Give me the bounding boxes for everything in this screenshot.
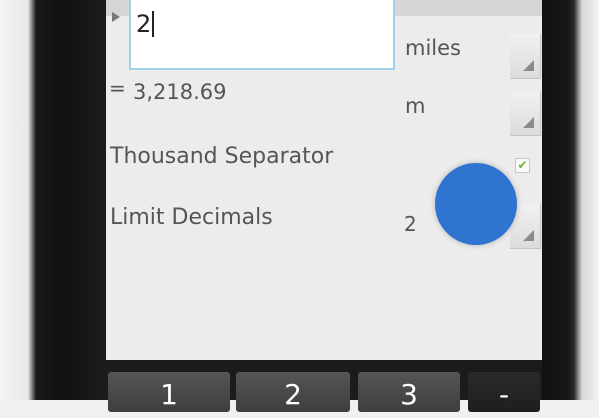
app-screen: 2 miles = 3,218.69 m Thousand Separator … bbox=[106, 0, 542, 360]
limit-decimals-label: Limit Decimals bbox=[110, 205, 273, 230]
key-1[interactable]: 1 bbox=[108, 372, 230, 412]
dropdown-corner-icon bbox=[523, 230, 534, 241]
equals-sign: = bbox=[109, 76, 126, 100]
thousand-separator-label: Thousand Separator bbox=[110, 144, 334, 169]
text-caret bbox=[152, 11, 154, 37]
to-unit-label[interactable]: m bbox=[405, 94, 425, 118]
dropdown-corner-icon bbox=[523, 117, 534, 128]
result-value: 3,218.69 bbox=[133, 80, 227, 104]
to-unit-dropdown[interactable] bbox=[510, 91, 541, 136]
key-3[interactable]: 3 bbox=[358, 372, 460, 412]
device-bezel-right bbox=[542, 0, 599, 400]
value-input-text: 2 bbox=[136, 10, 152, 38]
thousand-separator-checkbox[interactable]: ✔ bbox=[515, 158, 530, 173]
from-unit-dropdown[interactable] bbox=[510, 34, 541, 79]
from-unit-label[interactable]: miles bbox=[405, 36, 461, 60]
input-arrow-icon bbox=[112, 12, 120, 22]
device-bezel-left bbox=[0, 0, 106, 400]
key-2[interactable]: 2 bbox=[236, 372, 350, 412]
key-minus[interactable]: - bbox=[468, 372, 540, 412]
keypad: 1 2 3 - bbox=[106, 360, 542, 412]
limit-decimals-value[interactable]: 2 bbox=[404, 212, 417, 236]
value-input[interactable]: 2 bbox=[129, 0, 395, 70]
touch-indicator bbox=[435, 163, 517, 245]
dropdown-corner-icon bbox=[523, 60, 534, 71]
